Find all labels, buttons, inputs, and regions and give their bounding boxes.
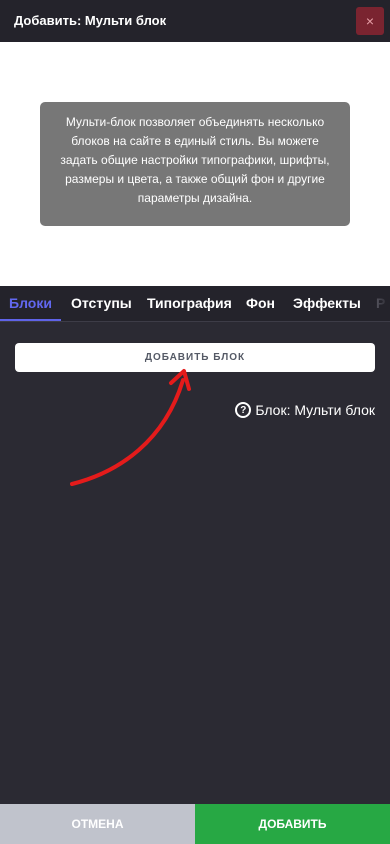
add-button[interactable]: ДОБАВИТЬ [195,804,390,844]
close-icon: × [365,13,375,29]
tab-divider [0,321,390,322]
modal-title: Добавить: Мульти блок [14,13,167,28]
preview-area: Мульти-блок позволяет объединять несколь… [0,42,390,286]
tab-blocks[interactable]: Блоки [9,295,52,311]
help-link[interactable]: ? Блок: Мульти блок [235,402,375,418]
annotation-arrow-icon [70,369,191,486]
question-circle-icon: ? [235,402,252,418]
tab-background[interactable]: Фон [246,295,275,311]
close-button[interactable]: × [356,7,384,35]
tab-typography[interactable]: Типография [147,295,232,311]
tab-effects[interactable]: Эффекты [293,295,361,311]
cancel-button[interactable]: ОТМЕНА [0,804,195,844]
help-link-label: Блок: Мульти блок [255,402,375,418]
tabs-scroll-fade [360,286,390,322]
tab-bar: Блоки Отступы Типография Фон Эффекты Р [0,286,390,322]
tab-paddings[interactable]: Отступы [71,295,132,311]
info-tooltip: Мульти-блок позволяет объединять несколь… [40,102,350,226]
modal-header: Добавить: Мульти блок × [0,0,390,42]
